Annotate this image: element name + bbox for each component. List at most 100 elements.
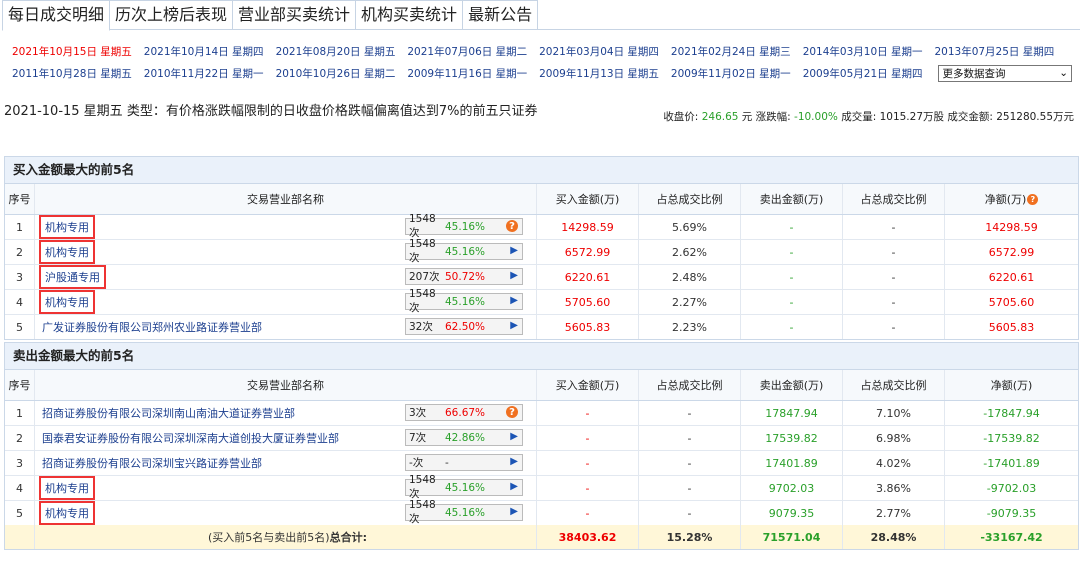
table-row: 3 招商证券股份有限公司深圳宝兴路证券营业部 -次 - ▶ - -17401.89 4.02%… <box>5 451 1078 476</box>
date-link[interactable]: 2009年11月02日 星期一 <box>671 66 791 81</box>
info-icon[interactable]: ? <box>506 406 518 418</box>
stat-percent: 45.16% <box>445 506 486 519</box>
buy-amount: 5705.60 <box>537 290 639 314</box>
sell-amount: 17401.89 <box>741 451 843 475</box>
arrow-right-icon[interactable]: ▶ <box>510 245 518 256</box>
stat-percent: 42.86% <box>445 431 486 444</box>
sell-ratio: - <box>843 240 945 264</box>
date-link[interactable]: 2021年08月20日 星期五 <box>276 44 396 59</box>
sell-amount: - <box>741 240 843 264</box>
broker-stats[interactable]: 7次 42.86% ▶ <box>405 429 523 446</box>
broker-stats[interactable]: 1548次 45.16% ▶ <box>405 288 523 314</box>
stat-count: -次 <box>409 457 424 469</box>
sell-amount: - <box>741 265 843 289</box>
change-value: -10.00% <box>794 111 838 123</box>
row-index: 1 <box>5 401 35 425</box>
buy-ratio: - <box>639 451 741 475</box>
sell-ratio: - <box>843 215 945 239</box>
broker-link[interactable]: 广发证券股份有限公司郑州农业路证券营业部 <box>39 318 265 336</box>
table-row: 1 机构专用 1548次 45.16%? 14298.59 5.69% - -14298.59 <box>5 213 1078 240</box>
buy-amount: - <box>537 476 639 500</box>
buy-rows: 1 机构专用 1548次 45.16%? 14298.59 5.69% - -14298.59… <box>5 213 1078 339</box>
broker-stats[interactable]: 1548次 45.16% ▶ <box>405 499 523 525</box>
total-buy-ratio: 15.28% <box>639 525 741 549</box>
date-link[interactable]: 2013年07月25日 星期四 <box>934 44 1054 59</box>
buy-table: 买入金额最大的前5名 序号 交易营业部名称 买入金额(万) 占总成交比例 卖出金… <box>4 156 1079 340</box>
more-data-select[interactable]: 更多数据查询 ⌄ <box>938 64 1072 82</box>
broker-link[interactable]: 机构专用 <box>39 290 95 314</box>
broker-link[interactable]: 机构专用 <box>39 476 95 500</box>
sell-amount: - <box>741 315 843 339</box>
broker-link[interactable]: 机构专用 <box>39 501 95 525</box>
net-amount: -17847.94 <box>983 406 1040 420</box>
date-link[interactable]: 2010年11月22日 星期一 <box>144 66 264 81</box>
broker-stats[interactable]: 3次 66.67%? <box>405 404 523 421</box>
broker-stats[interactable]: 1548次 45.16%? <box>405 213 523 239</box>
row-index: 5 <box>5 315 35 339</box>
total-label-prefix: (买入前5名与卖出前5名) <box>208 531 330 544</box>
broker-cell: 机构专用 1548次 45.16%? <box>35 213 537 239</box>
tab-daily-detail[interactable]: 每日成交明细 <box>2 0 111 31</box>
date-link[interactable]: 2011年10月28日 星期五 <box>12 66 132 81</box>
stat-percent: 45.16% <box>445 481 486 494</box>
broker-link[interactable]: 机构专用 <box>39 215 95 239</box>
arrow-right-icon[interactable]: ▶ <box>510 320 518 331</box>
broker-link[interactable]: 沪股通专用 <box>39 265 106 289</box>
buy-ratio: 2.48% <box>639 265 741 289</box>
sell-ratio: - <box>843 265 945 289</box>
broker-link[interactable]: 招商证券股份有限公司深圳南山南油大道证券营业部 <box>39 404 298 422</box>
date-link[interactable]: 2009年11月13日 星期五 <box>539 66 659 81</box>
row-index: 2 <box>5 426 35 450</box>
arrow-right-icon[interactable]: ▶ <box>510 481 518 492</box>
col-sell-amount: 卖出金额(万) <box>741 184 843 214</box>
date-link[interactable]: 2014年03月10日 星期一 <box>803 44 923 59</box>
arrow-right-icon[interactable]: ▶ <box>510 456 518 467</box>
volume-label: 成交量: <box>837 111 880 123</box>
sell-ratio: 3.86% <box>843 476 945 500</box>
broker-stats[interactable]: 1548次 45.16% ▶ <box>405 238 523 264</box>
table-row: 5 机构专用 1548次 45.16% ▶ - -9079.35 2.77% -9079.35 <box>5 499 1078 525</box>
row-index: 1 <box>5 215 35 239</box>
col-broker: 交易营业部名称 <box>35 370 537 400</box>
sell-amount: - <box>741 290 843 314</box>
stat-count: 1548次 <box>409 474 436 500</box>
date-link[interactable]: 2010年10月26日 星期二 <box>276 66 396 81</box>
stat-count: 1548次 <box>409 499 436 525</box>
table-row: 2 机构专用 1548次 45.16% ▶ 6572.99 2.62% - -6572.99 <box>5 238 1078 265</box>
date-link[interactable]: 2021年10月15日 星期五 <box>12 44 132 59</box>
total-sell-ratio: 28.48% <box>843 525 945 549</box>
arrow-right-icon[interactable]: ▶ <box>510 295 518 306</box>
date-link[interactable]: 2021年07月06日 星期二 <box>407 44 527 59</box>
broker-link[interactable]: 国泰君安证券股份有限公司深圳深南大道创投大厦证券营业部 <box>39 429 342 447</box>
date-link[interactable]: 2021年10月14日 星期四 <box>144 44 264 59</box>
sell-ratio: 2.77% <box>843 501 945 525</box>
broker-link[interactable]: 机构专用 <box>39 240 95 264</box>
info-icon[interactable]: ? <box>506 220 518 232</box>
arrow-right-icon[interactable]: ▶ <box>510 431 518 442</box>
tab-latest-announcements[interactable]: 最新公告 <box>462 0 539 29</box>
broker-link[interactable]: 招商证券股份有限公司深圳宝兴路证券营业部 <box>39 454 265 472</box>
tab-history-performance[interactable]: 历次上榜后表现 <box>109 0 234 29</box>
date-link[interactable]: 2009年11月16日 星期一 <box>407 66 527 81</box>
tab-institution-stats[interactable]: 机构买卖统计 <box>355 0 464 29</box>
broker-stats[interactable]: -次 - ▶ <box>405 454 523 471</box>
broker-stats[interactable]: 1548次 45.16% ▶ <box>405 474 523 500</box>
help-icon[interactable]: ? <box>1027 193 1039 205</box>
broker-stats[interactable]: 32次 62.50% ▶ <box>405 318 523 335</box>
arrow-right-icon[interactable]: ▶ <box>510 270 518 281</box>
buy-amount: 14298.59 <box>537 215 639 239</box>
close-label: 收盘价: <box>663 111 702 123</box>
broker-cell: 机构专用 1548次 45.16% ▶ <box>35 288 537 314</box>
broker-stats[interactable]: 207次 50.72% ▶ <box>405 268 523 285</box>
date-link[interactable]: 2021年02月24日 星期三 <box>671 44 791 59</box>
sell-ratio: 4.02% <box>843 451 945 475</box>
date-link[interactable]: 2009年05月21日 星期四 <box>803 66 923 81</box>
total-row: (买入前5名与卖出前5名) 总合计: 38403.62 15.28% 71571.… <box>5 525 1078 549</box>
broker-cell: 机构专用 1548次 45.16% ▶ <box>35 238 537 264</box>
date-link[interactable]: 2021年03月04日 星期四 <box>539 44 659 59</box>
arrow-right-icon[interactable]: ▶ <box>510 506 518 517</box>
sell-amount: - <box>741 215 843 239</box>
stat-count: 1548次 <box>409 288 436 314</box>
volume-value: 1015.27万股 <box>879 111 944 123</box>
tab-branch-stats[interactable]: 营业部买卖统计 <box>232 0 357 29</box>
